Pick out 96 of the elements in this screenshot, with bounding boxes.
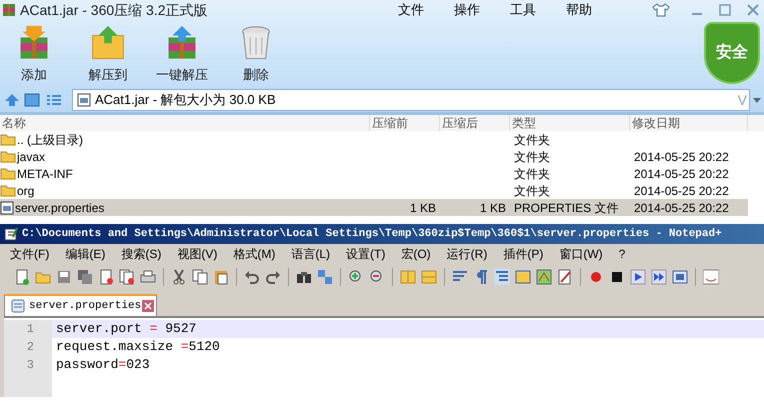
menu-item[interactable]: 文件(F) [10, 245, 50, 263]
menu-item[interactable]: 设置(T) [346, 245, 386, 263]
play-icon[interactable] [630, 269, 646, 285]
menu-item[interactable]: 操作 [454, 0, 480, 20]
file-icon [0, 200, 14, 214]
menu-item[interactable]: 运行(R) [446, 245, 488, 263]
menu-item[interactable]: 宏(O) [401, 245, 431, 263]
map-icon[interactable] [536, 269, 552, 285]
column-header[interactable]: 压缩前 [370, 115, 440, 131]
table-cell: 1 KB [480, 200, 506, 214]
menu-item[interactable]: 文件 [398, 0, 424, 20]
menu-item[interactable]: 编辑(E) [65, 245, 106, 263]
table-row[interactable]: META-INF 文件夹 2014-05-25 20:22 [0, 165, 748, 182]
table-cell-text: javax [17, 148, 46, 166]
table-cell: 2014-05-25 20:22 [634, 184, 729, 198]
table-row[interactable]: javax 文件夹 2014-05-25 20:22 [0, 148, 748, 165]
editor-tab[interactable]: server.properties [4, 294, 158, 316]
table-row[interactable]: .. (上级目录) 文件夹 [0, 131, 748, 148]
code-text: password=023 [56, 356, 150, 374]
toolbar-button[interactable]: 解压到 [78, 24, 138, 84]
table-cell-text: org [17, 182, 34, 200]
toolbar-button[interactable]: 添加 [4, 24, 64, 84]
menu-item[interactable]: ? [618, 245, 626, 263]
folder-icon [0, 133, 16, 146]
window-title: ACat1.jar - 360压缩 3.2正式版 [20, 0, 208, 20]
replace-icon[interactable] [317, 269, 333, 285]
toolbar-button[interactable]: 一键解压 [152, 24, 212, 84]
close-document-icon[interactable] [98, 269, 114, 285]
editor-window-title: C:\Documents and Settings\Administrator\Local Settings\Temp\360zip$Temp\360$1\server.properties - Notepad+ [22, 226, 722, 242]
column-header[interactable]: 压缩后 [440, 115, 510, 131]
table-cell-text: .. (上级目录) [17, 132, 83, 148]
up-arrow-icon[interactable] [4, 92, 20, 108]
folder-icon [0, 184, 16, 197]
folder-view-icon[interactable] [515, 269, 531, 285]
close-documents-icon[interactable] [119, 269, 135, 285]
floppy-disks-icon[interactable] [77, 269, 93, 285]
column-header[interactable]: 名称 [0, 115, 370, 131]
line-number: 1 [26, 321, 34, 338]
close-icon[interactable] [746, 3, 760, 17]
tab-label: server.properties [29, 298, 142, 314]
table-cell-text: server.properties [15, 200, 104, 216]
undo-icon[interactable] [244, 269, 260, 285]
table-cell: 文件夹 [514, 184, 550, 198]
code-text: server.port = 9527 [56, 320, 196, 338]
menu-item[interactable]: 工具 [510, 0, 536, 20]
new-document-icon[interactable] [14, 269, 30, 285]
stop-icon[interactable] [609, 269, 625, 285]
menu-item[interactable]: 视图(V) [177, 245, 218, 263]
table-cell-text: META-INF [17, 166, 73, 182]
column-header[interactable]: 类型 [510, 115, 630, 131]
column-header[interactable]: 修改日期 [630, 115, 748, 131]
menu-item[interactable]: 窗口(W) [559, 245, 603, 263]
table-cell: 1 KB [410, 200, 436, 214]
address-text: ACat1.jar - 解包大小为 30.0 KB [95, 91, 276, 110]
maximize-icon[interactable] [718, 3, 732, 17]
menu-item[interactable]: 格式(M) [233, 245, 276, 263]
spell-check-icon[interactable] [703, 269, 719, 285]
list-view-icon[interactable] [46, 92, 62, 108]
table-cell: 文件夹 [514, 132, 550, 146]
menu-item[interactable]: 插件(P) [503, 245, 544, 263]
table-cell: 文件夹 [514, 150, 550, 164]
line-number: 3 [26, 357, 34, 374]
scissors-icon[interactable] [171, 269, 187, 285]
notepad-icon [4, 227, 18, 241]
archive-icon [2, 3, 16, 17]
table-cell: 2014-05-25 20:22 [634, 150, 729, 164]
folder-icon [0, 150, 16, 163]
printer-icon[interactable] [140, 269, 156, 285]
binoculars-icon[interactable] [296, 269, 312, 285]
table-row[interactable]: org 文件夹 2014-05-25 20:22 [0, 182, 748, 199]
menu-item[interactable]: 搜索(S) [121, 245, 162, 263]
line-number: 2 [26, 339, 34, 356]
table-cell: 2014-05-25 20:22 [634, 166, 729, 180]
table-cell: 文件夹 [514, 166, 550, 180]
folder-icon [0, 167, 16, 180]
copy-icon[interactable] [192, 269, 208, 285]
menu-item[interactable]: 语言(L) [291, 245, 330, 263]
close-icon[interactable] [142, 300, 154, 312]
toolbar-button[interactable]: 删除 [226, 24, 286, 84]
clipboard-icon[interactable] [213, 269, 229, 285]
table-cell: PROPERTIES 文件 [514, 200, 618, 214]
table-cell: 2014-05-25 20:22 [634, 200, 729, 214]
table-row[interactable]: server.properties 1 KB 1 KB PROPERTIES 文件 2014-05-25 20:22 [0, 199, 748, 216]
document-icon [11, 299, 25, 313]
redo-icon[interactable] [265, 269, 281, 285]
window-icon[interactable] [24, 92, 40, 108]
code-text: request.maxsize =5120 [56, 338, 220, 356]
record-icon[interactable] [588, 269, 604, 285]
file-icon [77, 93, 91, 107]
save-macro-icon[interactable] [672, 269, 688, 285]
document-pen-icon[interactable] [557, 269, 573, 285]
menu-item[interactable]: 帮助 [566, 0, 592, 20]
address-field[interactable]: ACat1.jar - 解包大小为 30.0 KB V [72, 89, 750, 111]
shirt-icon[interactable] [652, 3, 670, 17]
fast-forward-icon[interactable] [651, 269, 667, 285]
indent-guide-icon[interactable] [494, 269, 510, 285]
